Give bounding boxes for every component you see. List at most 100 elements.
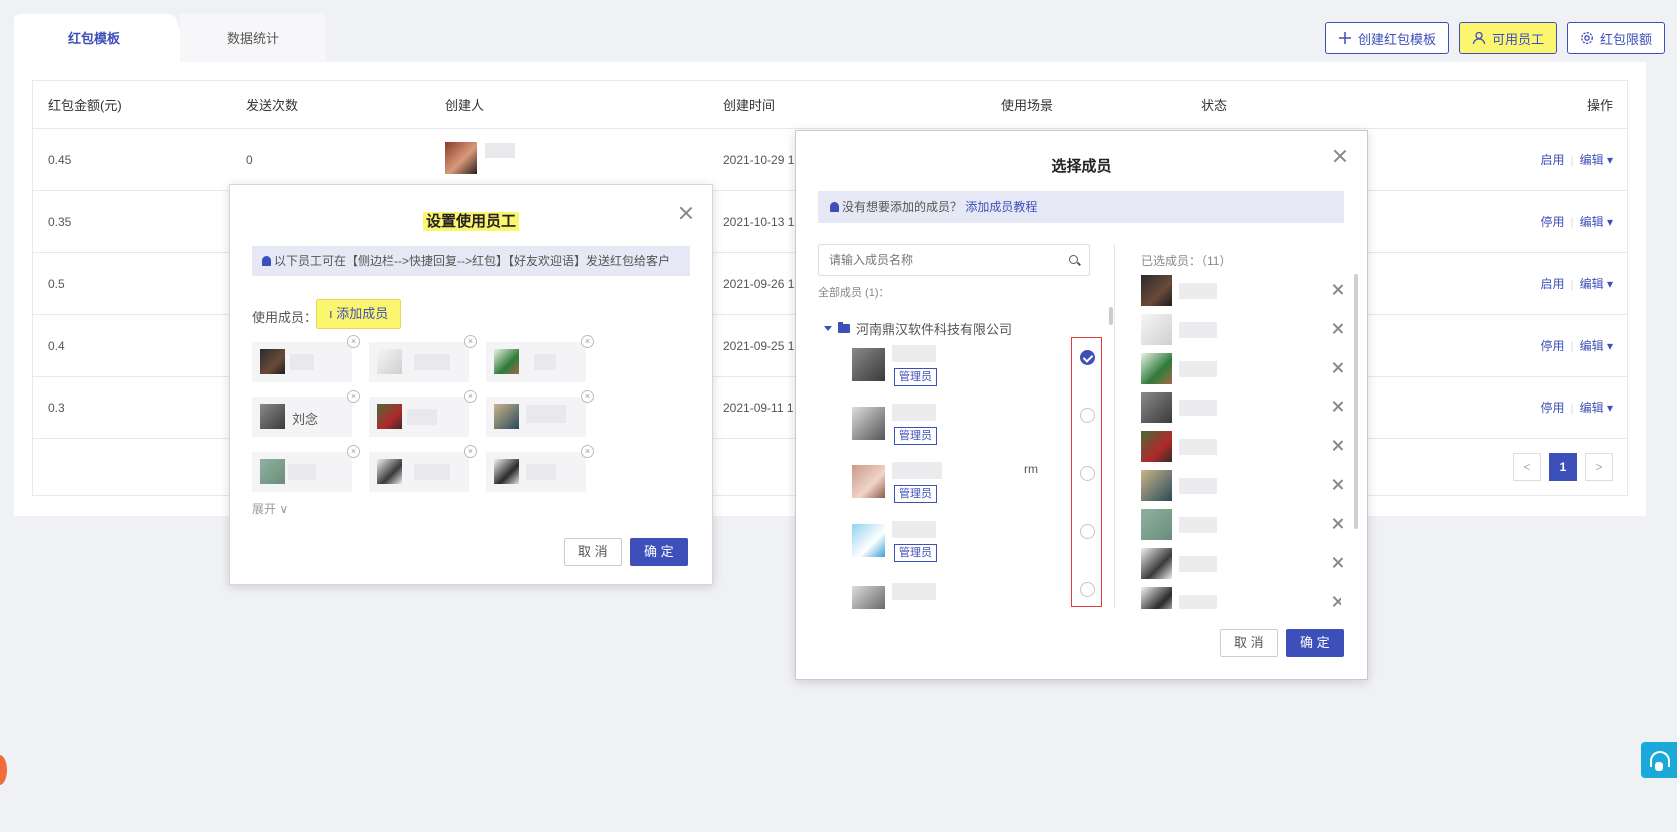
toggle-link[interactable]: 启用 (1541, 153, 1565, 167)
avatar (494, 459, 519, 484)
remove-icon[interactable] (1332, 557, 1344, 569)
add-member-button[interactable]: ı 添加成员 (316, 299, 402, 329)
toggle-link[interactable]: 停用 (1541, 339, 1565, 353)
expand-toggle[interactable]: 展开 ∨ (252, 500, 288, 517)
remove-icon[interactable]: × (581, 335, 594, 348)
remove-icon[interactable]: × (464, 335, 477, 348)
blurred-name (892, 583, 936, 600)
remove-icon[interactable]: × (464, 445, 477, 458)
panel-divider (1114, 244, 1115, 609)
selected-item (1141, 431, 1341, 463)
blurred-name (407, 409, 437, 425)
row-actions: 启用 | 编辑 ▾ (1540, 277, 1614, 291)
blurred-name (526, 405, 566, 423)
edit-dropdown[interactable]: 编辑 ▾ (1580, 277, 1613, 291)
redpacket-limit-label: 红包限额 (1599, 31, 1652, 47)
avatar (1141, 509, 1172, 540)
blurred-name (1179, 322, 1217, 338)
member-checkbox[interactable] (1080, 466, 1095, 481)
member-chip: × (369, 335, 477, 382)
member-search-input[interactable] (819, 245, 1054, 275)
remove-icon[interactable]: × (464, 390, 477, 403)
caret-down-icon[interactable] (824, 326, 832, 331)
search-icon[interactable] (1069, 255, 1078, 264)
edit-dropdown[interactable]: 编辑 ▾ (1580, 401, 1613, 415)
avatar (1141, 548, 1172, 579)
close-icon[interactable] (1333, 149, 1347, 163)
org-tree-node[interactable]: 河南鼎汉软件科技有限公司 (824, 319, 1012, 338)
edit-dropdown[interactable]: 编辑 ▾ (1580, 339, 1613, 353)
remove-icon[interactable] (1332, 284, 1344, 296)
blurred-name (892, 462, 942, 479)
remove-icon[interactable] (1332, 362, 1344, 374)
cancel-button[interactable]: 取 消 (1220, 629, 1278, 657)
remove-icon[interactable] (1332, 323, 1344, 335)
col-amount: 红包金额(元) (48, 98, 122, 113)
member-item[interactable] (852, 583, 1072, 609)
cancel-button[interactable]: 取 消 (564, 538, 622, 566)
confirm-button[interactable]: 确 定 (630, 538, 688, 566)
member-item[interactable]: 管理员 (852, 521, 1072, 571)
remove-icon[interactable]: × (581, 390, 594, 403)
remove-icon[interactable] (1332, 440, 1344, 452)
blurred-name (892, 404, 936, 421)
member-item[interactable]: 管理员 (852, 345, 1072, 395)
avatar (494, 349, 519, 374)
row-actions: 停用 | 编辑 ▾ (1540, 339, 1614, 353)
dialog-title-text: 设置使用员工 (422, 212, 519, 231)
remove-icon[interactable]: × (581, 445, 594, 458)
edit-dropdown[interactable]: 编辑 ▾ (1580, 215, 1613, 229)
blurred-name (414, 464, 450, 480)
scrollbar[interactable] (1109, 307, 1113, 607)
selected-item (1141, 353, 1341, 385)
floating-widget[interactable] (0, 755, 7, 785)
avatar (260, 459, 285, 484)
headset-icon[interactable] (1641, 742, 1677, 778)
create-template-button[interactable]: 创建红包模板 (1324, 22, 1449, 54)
toggle-link[interactable]: 停用 (1541, 215, 1565, 229)
avatar (1141, 275, 1172, 306)
member-item[interactable]: rm 管理员 (852, 462, 1072, 512)
member-checkbox[interactable] (1080, 524, 1095, 539)
notice-text: 以下员工可在【侧边栏-->快捷回复-->红包】【好友欢迎语】发送红包给客户 (274, 254, 671, 268)
member-checkbox[interactable] (1080, 582, 1095, 597)
member-name: 刘念 (292, 412, 319, 427)
bell-icon (262, 256, 271, 266)
tutorial-link[interactable]: 添加成员教程 (965, 200, 1037, 214)
page-1-button[interactable]: 1 (1549, 453, 1577, 481)
remove-icon[interactable]: × (347, 445, 360, 458)
notice-text: 没有想要添加的成员？ (842, 200, 963, 214)
remove-icon[interactable]: × (347, 335, 360, 348)
remove-icon[interactable] (1332, 479, 1344, 491)
edit-dropdown[interactable]: 编辑 ▾ (1580, 153, 1613, 167)
confirm-button[interactable]: 确 定 (1286, 629, 1344, 657)
member-chip: × (486, 445, 594, 492)
table-header: 红包金额(元) 发送次数 创建人 创建时间 使用场景 状态 操作 (33, 81, 1627, 129)
set-staff-dialog: 设置使用员工 以下员工可在【侧边栏-->快捷回复-->红包】【好友欢迎语】发送红… (229, 184, 713, 585)
dialog-title: 设置使用员工 (230, 210, 712, 231)
row-actions: 停用 | 编辑 ▾ (1540, 215, 1614, 229)
prev-page-button[interactable]: < (1513, 453, 1541, 481)
remove-icon[interactable] (1332, 401, 1344, 413)
remove-icon[interactable]: × (347, 390, 360, 403)
tab-statistics[interactable]: 数据统计 (180, 14, 326, 62)
member-chip: × (486, 335, 594, 382)
bell-icon (830, 202, 839, 212)
avatar (1141, 353, 1172, 384)
org-name: 河南鼎汉软件科技有限公司 (856, 322, 1013, 337)
redpacket-limit-button[interactable]: 红包限额 (1566, 22, 1665, 54)
scrollbar[interactable] (1354, 274, 1358, 529)
close-icon[interactable] (679, 206, 693, 220)
toggle-link[interactable]: 停用 (1541, 401, 1565, 415)
available-staff-button[interactable]: 可用员工 (1458, 22, 1557, 54)
member-item[interactable]: 管理员 (852, 404, 1072, 454)
member-chip: × (369, 445, 477, 492)
tab-redpacket-templates[interactable]: 红包模板 (14, 14, 192, 62)
create-template-label: 创建红包模板 (1357, 31, 1436, 47)
remove-icon[interactable] (1332, 518, 1344, 530)
toggle-link[interactable]: 启用 (1541, 277, 1565, 291)
member-checkbox-checked[interactable] (1080, 350, 1095, 365)
member-checkbox[interactable] (1080, 408, 1095, 423)
remove-icon[interactable] (1332, 596, 1341, 608)
next-page-button[interactable]: > (1585, 453, 1613, 481)
